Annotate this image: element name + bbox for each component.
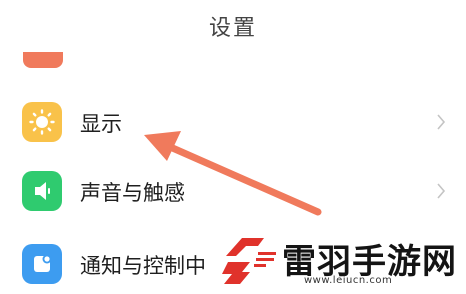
site-logo-icon	[222, 238, 276, 284]
watermark-url: www.leiucn.com	[304, 275, 393, 286]
watermark: 雷羽手游网 www.leiucn.com	[218, 228, 466, 292]
